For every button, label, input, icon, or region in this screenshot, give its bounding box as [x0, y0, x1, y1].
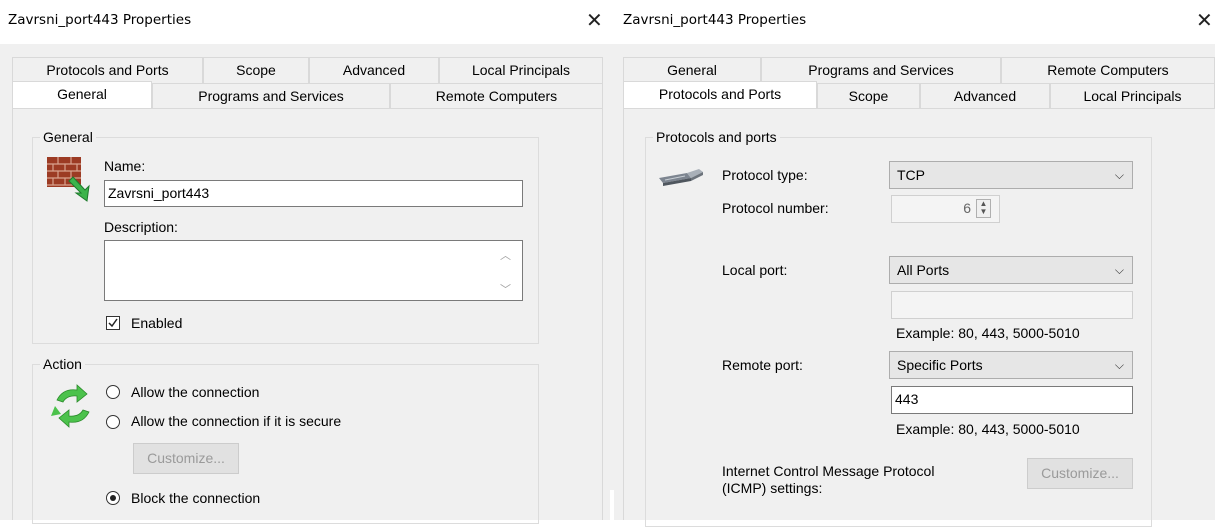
local-port-value: All Ports: [897, 262, 950, 278]
enabled-checkbox[interactable]: [106, 316, 120, 330]
remote-port-field[interactable]: 443: [891, 386, 1133, 414]
left-dialog-title: Zavrsni_port443 Properties: [8, 12, 192, 28]
tab-advanced[interactable]: Advanced: [920, 83, 1050, 109]
description-label: Description:: [104, 219, 178, 235]
tab-local-principals[interactable]: Local Principals: [439, 57, 603, 83]
enabled-label: Enabled: [131, 315, 183, 331]
tab-scope[interactable]: Scope: [817, 83, 920, 109]
icmp-label-line1: Internet Control Message Protocol: [722, 463, 935, 479]
remote-port-value: Specific Ports: [897, 357, 983, 373]
chevron-down-icon: ⌵: [1114, 168, 1124, 182]
remote-port-label: Remote port:: [722, 357, 803, 373]
tab-advanced[interactable]: Advanced: [309, 57, 439, 83]
network-cable-icon: [657, 164, 705, 190]
name-label: Name:: [104, 158, 146, 174]
block-connection-radio[interactable]: [106, 491, 120, 505]
tab-protocols-and-ports[interactable]: Protocols and Ports: [12, 57, 203, 83]
tab-general[interactable]: General: [12, 81, 152, 109]
tab-programs-and-services[interactable]: Programs and Services: [152, 83, 390, 109]
right-close-icon[interactable]: ✕: [1196, 10, 1213, 30]
general-group-label: General: [40, 129, 96, 145]
tab-programs-and-services[interactable]: Programs and Services: [761, 57, 1001, 83]
remote-port-example: Example: 80, 443, 5000-5010: [896, 421, 1080, 437]
protocols-and-ports-group-label: Protocols and ports: [653, 129, 780, 145]
allow-connection-radio[interactable]: [106, 385, 120, 399]
firewall-rule-icon: [45, 155, 93, 203]
local-port-select[interactable]: All Ports ⌵: [889, 256, 1133, 284]
tab-general[interactable]: General: [623, 57, 761, 83]
allow-connection-label: Allow the connection: [131, 384, 260, 400]
local-port-label: Local port:: [722, 262, 788, 278]
refresh-arrows-icon: [49, 382, 97, 430]
allow-secure-radio[interactable]: [106, 415, 120, 429]
local-port-field[interactable]: [891, 291, 1133, 319]
customize-button[interactable]: Customize...: [133, 443, 239, 474]
scroll-up-icon[interactable]: ︿: [500, 247, 511, 263]
right-dialog-title: Zavrsni_port443 Properties: [623, 12, 807, 28]
remote-port-select[interactable]: Specific Ports ⌵: [889, 351, 1133, 379]
scroll-down-icon[interactable]: ﹀: [500, 281, 511, 297]
name-field[interactable]: Zavrsni_port443: [104, 180, 523, 207]
protocol-type-value: TCP: [897, 167, 925, 183]
allow-secure-label: Allow the connection if it is secure: [131, 413, 342, 429]
tab-remote-computers[interactable]: Remote Computers: [390, 83, 603, 109]
protocol-number-label: Protocol number:: [722, 200, 829, 216]
chevron-down-icon: ⌵: [1114, 358, 1124, 372]
action-group-label: Action: [40, 356, 85, 372]
tab-scope[interactable]: Scope: [203, 57, 309, 83]
description-field[interactable]: [104, 240, 523, 301]
icmp-customize-button[interactable]: Customize...: [1027, 458, 1133, 489]
local-port-example: Example: 80, 443, 5000-5010: [896, 325, 1080, 341]
protocol-number-spinner-icon[interactable]: ▲ ▼: [976, 199, 991, 218]
protocol-type-select[interactable]: TCP ⌵: [889, 161, 1133, 189]
protocol-type-label: Protocol type:: [722, 167, 808, 183]
tab-local-principals[interactable]: Local Principals: [1050, 83, 1215, 109]
chevron-down-icon: ⌵: [1114, 263, 1124, 277]
left-close-icon[interactable]: ✕: [586, 10, 603, 30]
dialog-gap: [610, 490, 614, 520]
icmp-label-line2: (ICMP) settings:: [722, 480, 823, 496]
block-connection-label: Block the connection: [131, 490, 261, 506]
tab-remote-computers[interactable]: Remote Computers: [1001, 57, 1215, 83]
tab-protocols-and-ports[interactable]: Protocols and Ports: [623, 81, 817, 109]
